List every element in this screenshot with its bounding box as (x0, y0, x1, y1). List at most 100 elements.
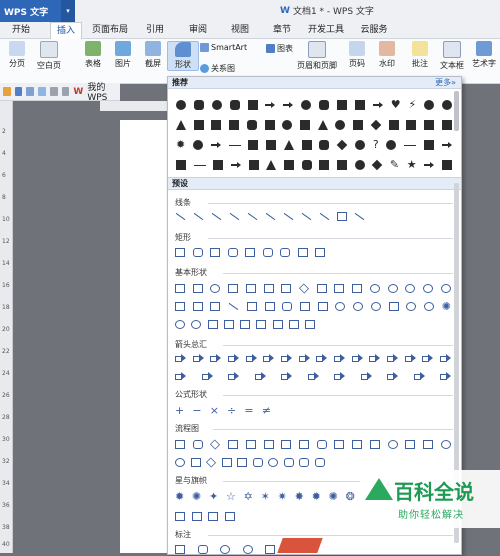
warning-shape[interactable] (266, 160, 277, 170)
speech-bubble-shape[interactable] (355, 140, 366, 150)
right-brace-option[interactable] (305, 319, 315, 329)
plus-shape[interactable] (301, 140, 312, 150)
plus-option[interactable]: + (175, 405, 184, 416)
multiply-option[interactable]: × (210, 405, 219, 416)
lr-callout-arrow-option[interactable] (387, 371, 398, 381)
magnetic-disk-option[interactable] (283, 457, 294, 467)
shapes-button[interactable]: 形状 (167, 41, 199, 71)
parallelogram-shape[interactable] (193, 120, 204, 130)
app-menu-caret-icon[interactable]: ▾ (61, 0, 75, 22)
bars-shape[interactable] (176, 160, 186, 170)
heart-icon[interactable]: ♥ (391, 99, 401, 110)
sun-option[interactable]: ✺ (442, 301, 451, 312)
diag-snip-rectangle-option[interactable] (245, 247, 255, 257)
block-arc-option[interactable] (370, 301, 381, 311)
vertical-text-option[interactable] (192, 283, 203, 293)
octagon-option[interactable] (369, 283, 380, 293)
long-arrow-shape[interactable] (441, 140, 452, 150)
left-right-up-arrow-option[interactable] (298, 353, 310, 363)
folded-corner-option[interactable] (388, 301, 399, 311)
curve-option[interactable] (283, 212, 294, 220)
left-up-arrow-option[interactable] (351, 353, 363, 363)
or-option[interactable] (175, 457, 185, 467)
star-6-option[interactable]: ✡ (244, 491, 253, 502)
dodecagon-option[interactable] (405, 283, 416, 293)
right-arrow-option[interactable] (175, 353, 186, 363)
bent-arrow-option[interactable] (316, 353, 328, 363)
smiley-face-option[interactable] (406, 301, 417, 311)
double-bracket-option[interactable] (223, 319, 234, 329)
bar-shape[interactable] (229, 120, 240, 130)
star-7-option[interactable]: ✶ (261, 491, 270, 502)
rect-callout-option[interactable] (175, 544, 185, 554)
off-page-connector-option[interactable] (405, 439, 416, 449)
parallelogram-option[interactable] (263, 283, 274, 293)
chevron-shape[interactable] (406, 120, 417, 130)
chord-option[interactable] (440, 283, 451, 293)
rounded-rect-shape[interactable] (193, 100, 204, 110)
line-shape[interactable] (228, 144, 241, 146)
curve-arrow-option[interactable] (301, 212, 312, 220)
pentagon-arrow-option[interactable] (228, 371, 239, 381)
ellipse-shape[interactable] (211, 100, 222, 110)
flag-shape[interactable] (319, 160, 330, 170)
sort-option[interactable] (206, 456, 217, 468)
lightning-icon[interactable]: ⚡ (408, 99, 416, 110)
tab-view[interactable]: 视图 (225, 22, 255, 38)
stored-data-option[interactable] (252, 457, 263, 467)
double-arrow-line-option[interactable] (211, 212, 222, 220)
l-shape-option[interactable] (210, 301, 221, 311)
left-bracket-option[interactable] (256, 319, 267, 329)
rect-shape[interactable] (247, 100, 258, 110)
oval-shape[interactable] (176, 100, 186, 110)
display-shape[interactable] (248, 140, 259, 150)
donut-option[interactable] (335, 301, 346, 311)
notched-right-arrow-option[interactable] (201, 371, 213, 381)
document-option[interactable] (281, 439, 292, 449)
direct-access-option[interactable] (299, 457, 310, 467)
decagon-option[interactable] (387, 283, 398, 293)
pentagon-shape[interactable] (388, 120, 399, 130)
round-corner-rectangle-option[interactable] (262, 247, 273, 257)
heptagon-option[interactable] (352, 283, 363, 293)
star-4-option[interactable]: ✦ (209, 491, 218, 502)
star-5-option[interactable]: ☆ (226, 491, 236, 502)
print-icon[interactable] (26, 87, 35, 96)
oval-option[interactable] (210, 283, 221, 293)
star-16-option[interactable]: ✺ (329, 491, 338, 502)
decision-shape[interactable] (336, 139, 348, 151)
monitor-shape[interactable] (424, 140, 434, 150)
moon-option[interactable] (175, 319, 185, 329)
table-button[interactable]: 表格 (78, 41, 108, 69)
right-callout-arrow-option[interactable] (281, 371, 292, 381)
terminator-option[interactable] (316, 439, 327, 449)
plaque-shape[interactable] (424, 120, 435, 130)
process-option[interactable] (175, 439, 185, 449)
bevel-option[interactable] (317, 301, 328, 311)
freeform-option[interactable] (337, 211, 347, 221)
explosion-2-option[interactable]: ✺ (192, 491, 201, 502)
drop-shape[interactable] (441, 100, 452, 110)
donut-shape[interactable] (335, 120, 346, 130)
rounded-callout-option[interactable] (197, 544, 208, 554)
single-snip-rectangle-option[interactable] (315, 247, 325, 257)
up-arrow-shape[interactable] (283, 140, 294, 150)
callout-shape[interactable] (319, 100, 330, 110)
open-icon[interactable] (3, 87, 11, 96)
doc-tab-label[interactable]: 我的WPS (87, 80, 120, 103)
triangle-option[interactable] (228, 283, 239, 293)
merge-option[interactable] (237, 457, 248, 467)
sequential-storage-option[interactable] (268, 457, 279, 467)
callout-rect-shape[interactable] (266, 140, 277, 150)
connector-option[interactable] (387, 439, 398, 449)
curved-up-arrow-option[interactable] (422, 353, 434, 363)
down-callout-arrow-option[interactable] (360, 371, 372, 381)
diamond-shape[interactable] (370, 119, 382, 131)
tab-chapter[interactable]: 章节 (267, 22, 297, 38)
up-down-arrow-option[interactable] (263, 353, 275, 363)
quad-callout-arrow-option[interactable] (413, 371, 425, 381)
redo-icon[interactable] (61, 87, 70, 96)
collate-option[interactable] (190, 457, 201, 467)
down-arrow-option[interactable] (227, 353, 239, 363)
arc-option[interactable] (207, 319, 218, 329)
